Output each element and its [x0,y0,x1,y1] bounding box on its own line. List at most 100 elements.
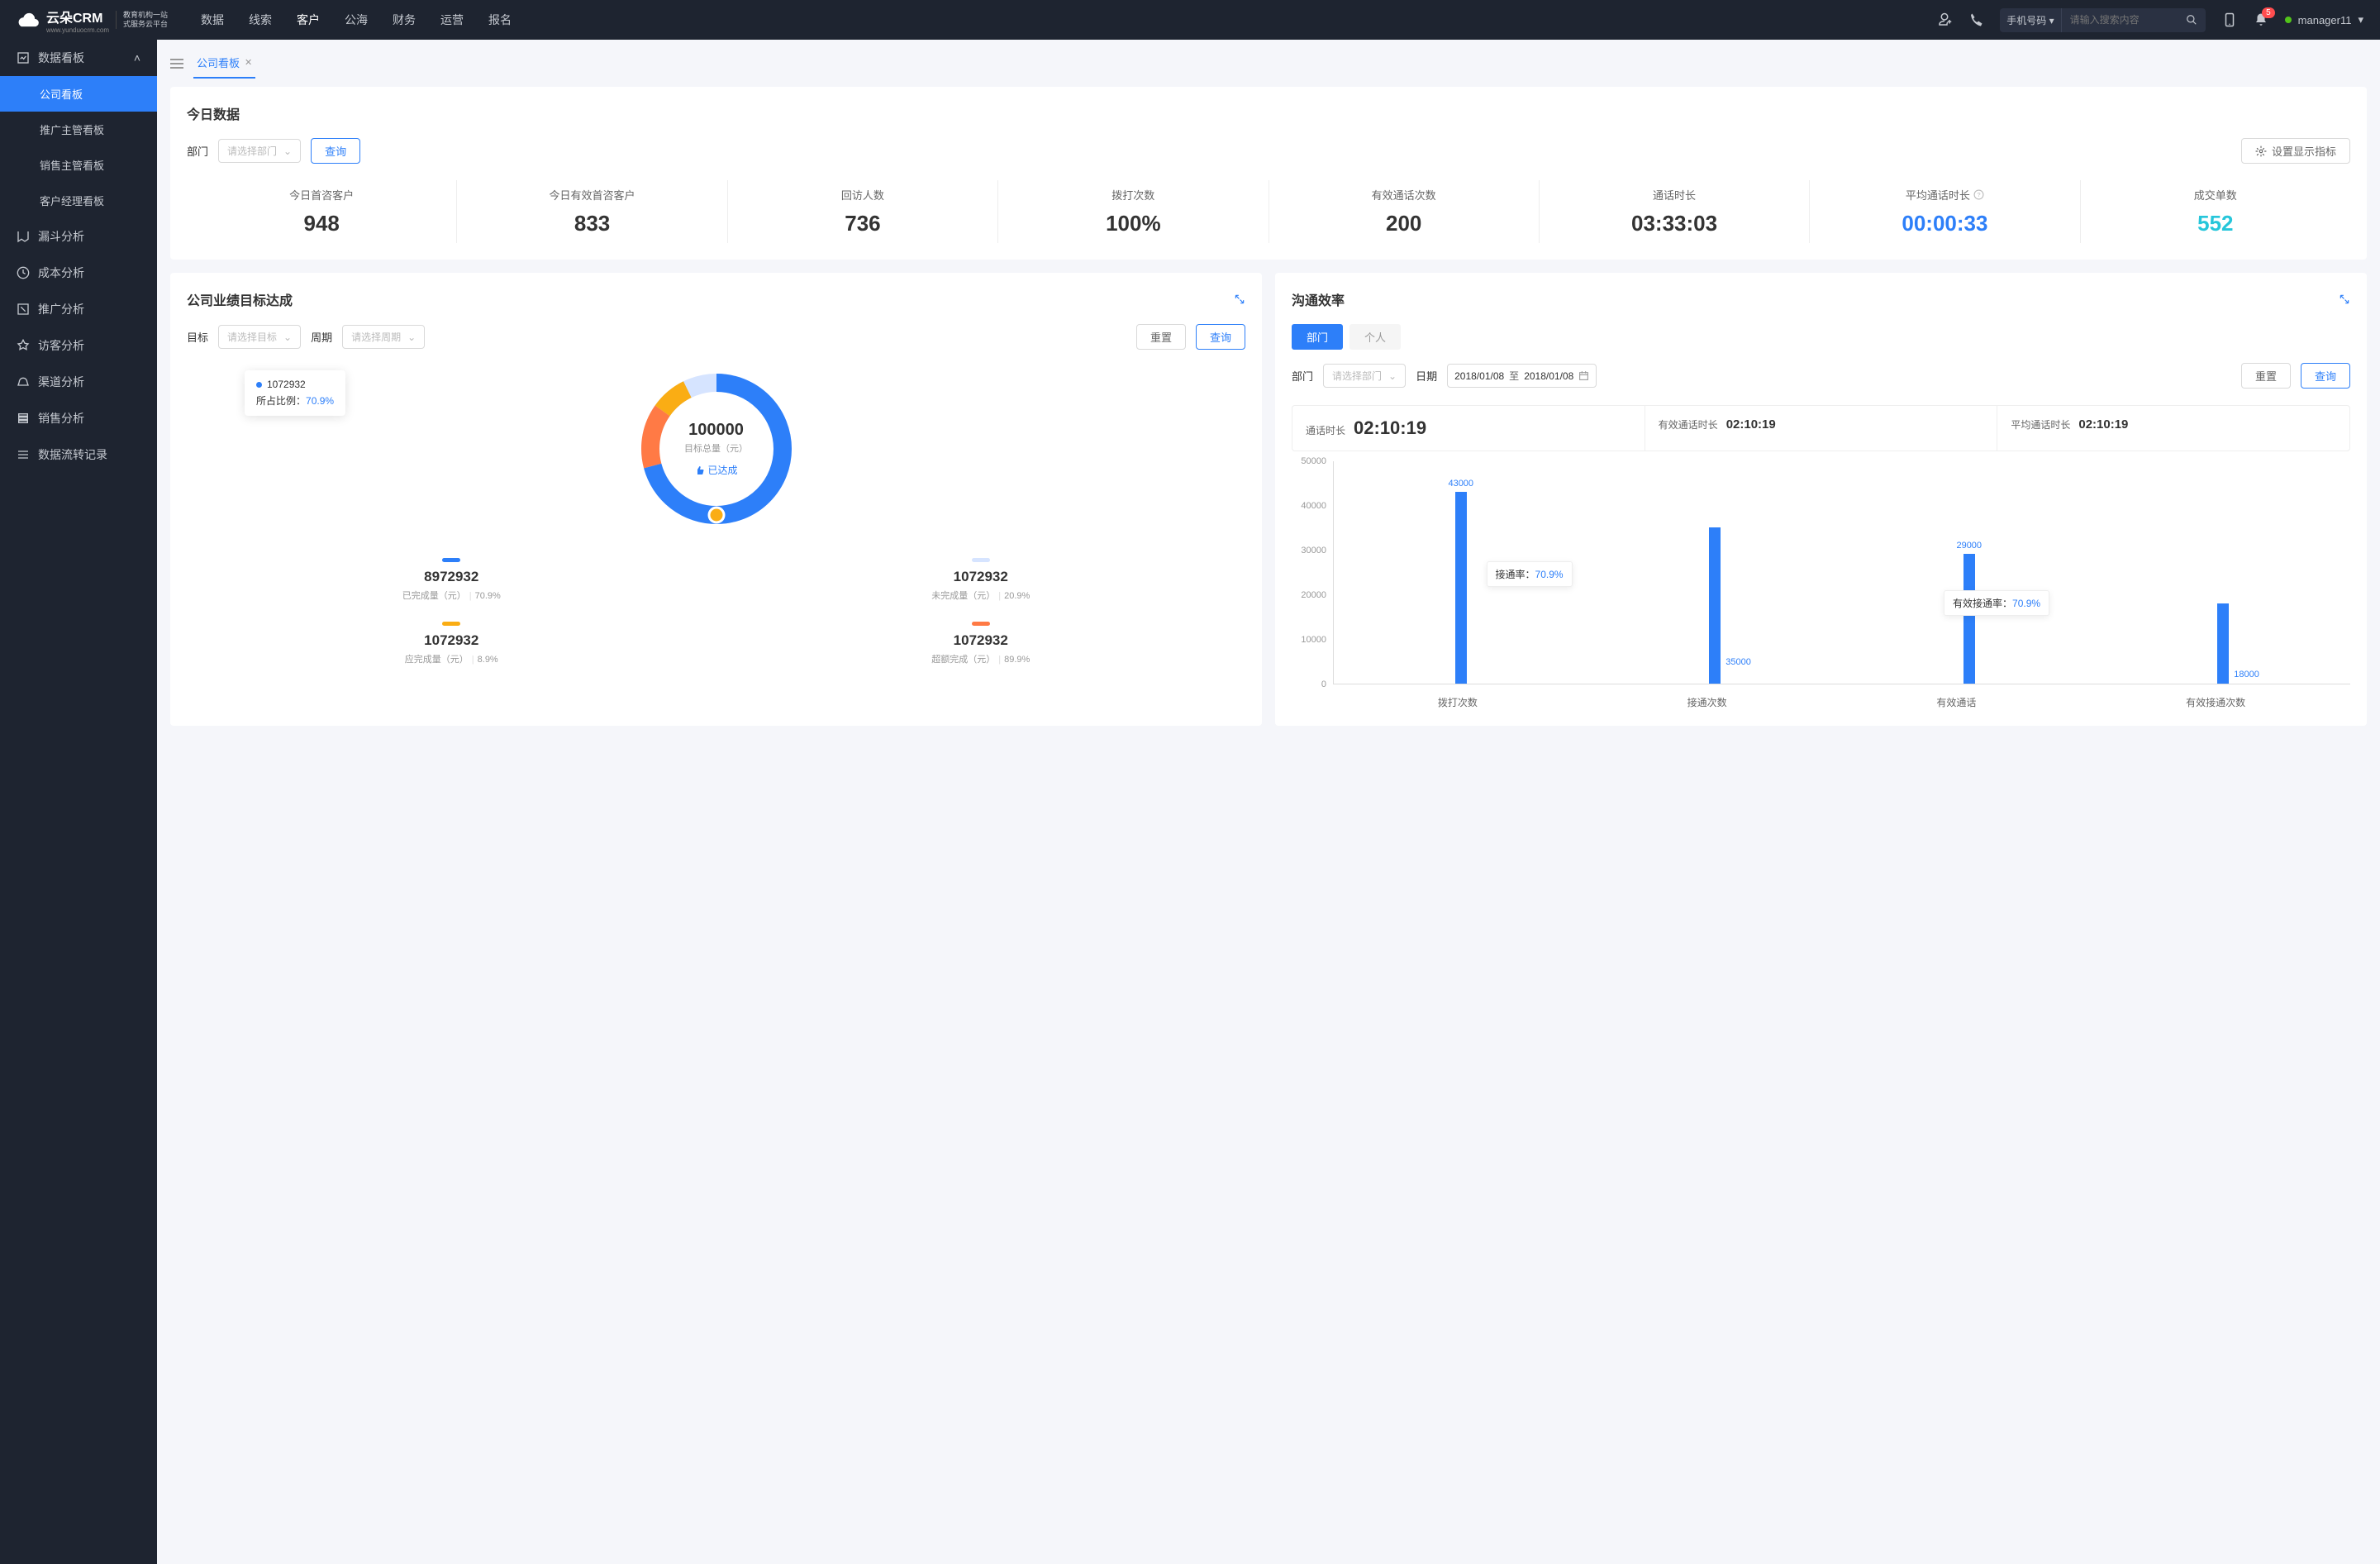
dept-label: 部门 [1292,368,1313,384]
search-input[interactable] [2062,9,2178,31]
tab-bar: 公司看板 ✕ [170,40,2367,87]
bar: 43000 [1455,492,1467,684]
expand-icon[interactable] [1234,293,1245,305]
reset-button[interactable]: 重置 [2241,363,2291,389]
sidebar-item[interactable]: 数据流转记录 [0,436,157,473]
communication-card: 沟通效率 部门 个人 部门 请选择部门⌄ 日期 2018/01/08 至 201… [1275,273,2367,726]
sidebar-item[interactable]: 推广主管看板 [0,112,157,147]
legend-item: 8972932已完成量（元）|70.9% [187,548,716,612]
topbar: 云朵CRM www.yunduocrm.com 教育机构一站式服务云平台 数据 线… [0,0,2380,40]
donut-label: 目标总量（元） [684,441,748,455]
logo-url: www.yunduocrm.com [46,26,109,34]
topnav-item[interactable]: 财务 [393,12,416,28]
y-tick: 0 [1321,679,1326,689]
phone-icon[interactable] [1968,12,1983,27]
target-label: 目标 [187,329,208,345]
metric-item: 拨打次数100% [998,180,1269,243]
topnav-item[interactable]: 公海 [345,12,368,28]
info-icon: ? [1973,189,1984,200]
top-navigation: 数据 线索 客户 公海 财务 运营 报名 [201,12,512,28]
y-tick: 20000 [1301,590,1326,600]
logo[interactable]: 云朵CRM www.yunduocrm.com 教育机构一站式服务云平台 [17,7,168,34]
dept-label: 部门 [187,143,208,159]
seg-dept[interactable]: 部门 [1292,324,1343,350]
y-tick: 40000 [1301,501,1326,511]
query-button[interactable]: 查询 [311,138,360,164]
dept-select[interactable]: 请选择部门⌄ [218,139,301,163]
y-tick: 30000 [1301,546,1326,556]
bar-chart: 01000020000300004000050000 接通率：70.9% 有效接… [1292,461,2350,709]
expand-icon[interactable] [2339,293,2350,305]
sidebar-item[interactable]: 访客分析 [0,327,157,364]
dashboard-icon [17,51,30,64]
nav-icon [17,412,30,425]
main-content: 公司看板 ✕ 今日数据 部门 请选择部门⌄ 查询 设置显示指标 今日首咨客户94… [157,40,2380,1564]
metric-item: 今日首咨客户948 [187,180,457,243]
metric-item: 平均通话时长?00:00:33 [1810,180,2080,243]
dept-select[interactable]: 请选择部门⌄ [1323,364,1406,388]
rate-tooltip-1: 接通率：70.9% [1487,561,1573,587]
close-icon[interactable]: ✕ [245,57,252,68]
y-tick: 10000 [1301,635,1326,645]
sidebar-group-dashboard[interactable]: 数据看板 ˄ [0,40,157,76]
metric-item: 回访人数736 [728,180,998,243]
sidebar-item[interactable]: 销售分析 [0,400,157,436]
topnav-item[interactable]: 线索 [249,12,272,28]
legend-item: 1072932超额完成（元）|89.9% [716,612,1246,675]
thumbs-up-icon [694,465,704,475]
search-button[interactable] [2178,9,2206,31]
sidebar-item[interactable]: 公司看板 [0,76,157,112]
nav-icon [17,375,30,389]
nav-icon [17,230,30,243]
hamburger-icon[interactable] [170,58,183,69]
search-box: 手机号码 ▾ [2000,8,2205,32]
logo-text: 云朵CRM [46,7,109,26]
x-label: 有效接通次数 [2186,695,2245,709]
cloud-icon [17,11,40,29]
topnav-item[interactable]: 客户 [297,12,320,28]
metric-item: 有效通话次数200 [1269,180,1540,243]
settings-button[interactable]: 设置显示指标 [2241,138,2350,164]
bar: 35000 [1709,527,1721,684]
sidebar-group-label: 数据看板 [38,50,84,66]
user-menu[interactable]: manager11 ▾ [2285,13,2363,26]
target-select[interactable]: 请选择目标⌄ [218,325,301,349]
topnav-item[interactable]: 报名 [488,12,512,28]
notification-badge: 5 [2262,7,2275,18]
status-dot [2285,17,2292,23]
seg-person[interactable]: 个人 [1349,324,1401,350]
sidebar-item[interactable]: 销售主管看板 [0,147,157,183]
metric-item: 今日有效首咨客户833 [457,180,727,243]
sidebar-item[interactable]: 渠道分析 [0,364,157,400]
summary-item: 通话时长02:10:19 [1292,406,1645,451]
sidebar-item[interactable]: 客户经理看板 [0,183,157,218]
metric-item: 成交单数552 [2081,180,2350,243]
nav-icon [17,448,30,461]
nav-icon [17,303,30,316]
date-range-picker[interactable]: 2018/01/08 至 2018/01/08 [1447,364,1597,388]
search-type-select[interactable]: 手机号码 ▾ [2000,8,2061,32]
mobile-icon[interactable] [2222,12,2237,27]
sidebar-item[interactable]: 推广分析 [0,291,157,327]
topnav-item[interactable]: 数据 [201,12,224,28]
reset-button[interactable]: 重置 [1136,324,1186,350]
chevron-down-icon: ⌄ [283,331,292,343]
y-tick: 50000 [1301,456,1326,466]
topnav-item[interactable]: 运营 [440,12,464,28]
bar: 29000 [1963,554,1975,684]
rate-tooltip-2: 有效接通率：70.9% [1944,590,2049,616]
calendar-icon [1578,370,1589,381]
notification-bell[interactable]: 5 [2254,12,2268,27]
query-button[interactable]: 查询 [1196,324,1245,350]
gear-icon [2255,145,2267,157]
tab-company-dashboard[interactable]: 公司看板 ✕ [193,48,255,79]
sidebar-item[interactable]: 成本分析 [0,255,157,291]
summary-item: 有效通话时长02:10:19 [1645,406,1998,451]
sidebar-item[interactable]: 漏斗分析 [0,218,157,255]
date-label: 日期 [1416,368,1437,384]
bar: 18000 [2217,603,2229,684]
query-button[interactable]: 查询 [2301,363,2350,389]
add-user-icon[interactable] [1937,12,1952,27]
today-data-card: 今日数据 部门 请选择部门⌄ 查询 设置显示指标 今日首咨客户948今日有效首咨… [170,87,2367,260]
period-select[interactable]: 请选择周期⌄ [342,325,425,349]
